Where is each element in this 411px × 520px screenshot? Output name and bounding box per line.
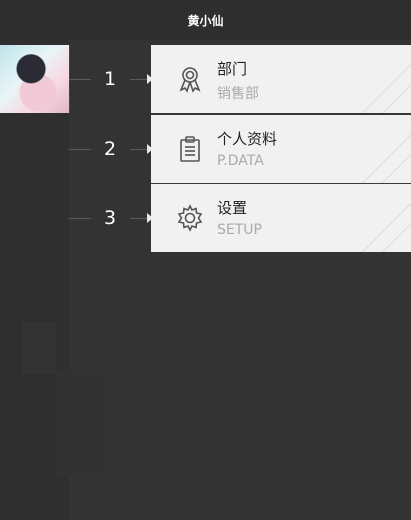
connector-line — [69, 79, 91, 80]
decorative-block — [22, 322, 56, 374]
connector-line — [69, 149, 91, 150]
connector-line — [130, 79, 148, 80]
decorative-line — [362, 115, 411, 183]
gear-icon — [175, 203, 205, 233]
page-title: 黄小仙 — [187, 13, 224, 28]
menu-title: 个人资料 — [217, 130, 278, 148]
decorative-block — [56, 370, 108, 476]
header-bar: 黄小仙 — [0, 0, 411, 40]
connector-line — [130, 218, 148, 219]
award-icon — [175, 64, 205, 94]
clipboard-icon — [175, 134, 205, 164]
menu-row-department[interactable]: 1 部门 销售部 — [0, 45, 411, 114]
decorative-line — [362, 184, 411, 252]
menu-card-profile[interactable]: 个人资料 P.DATA — [151, 115, 411, 183]
decorative-line — [362, 45, 411, 113]
menu-row-profile[interactable]: 2 个人资料 P.DATA — [0, 115, 411, 184]
connector-line — [130, 149, 148, 150]
menu-row-settings[interactable]: 3 设置 SETUP — [0, 184, 411, 252]
menu-subtitle: SETUP — [217, 222, 262, 238]
menu-number: 3 — [103, 207, 117, 229]
menu-title: 部门 — [217, 60, 248, 78]
menu-number: 2 — [103, 138, 117, 160]
connector-line — [69, 218, 91, 219]
menu-card-department[interactable]: 部门 销售部 — [151, 45, 411, 113]
menu-card-settings[interactable]: 设置 SETUP — [151, 184, 411, 252]
menu-number: 1 — [103, 68, 117, 90]
menu-subtitle: P.DATA — [217, 153, 264, 169]
divider — [151, 113, 411, 114]
menu-title: 设置 — [217, 199, 248, 217]
menu-subtitle: 销售部 — [217, 86, 259, 102]
